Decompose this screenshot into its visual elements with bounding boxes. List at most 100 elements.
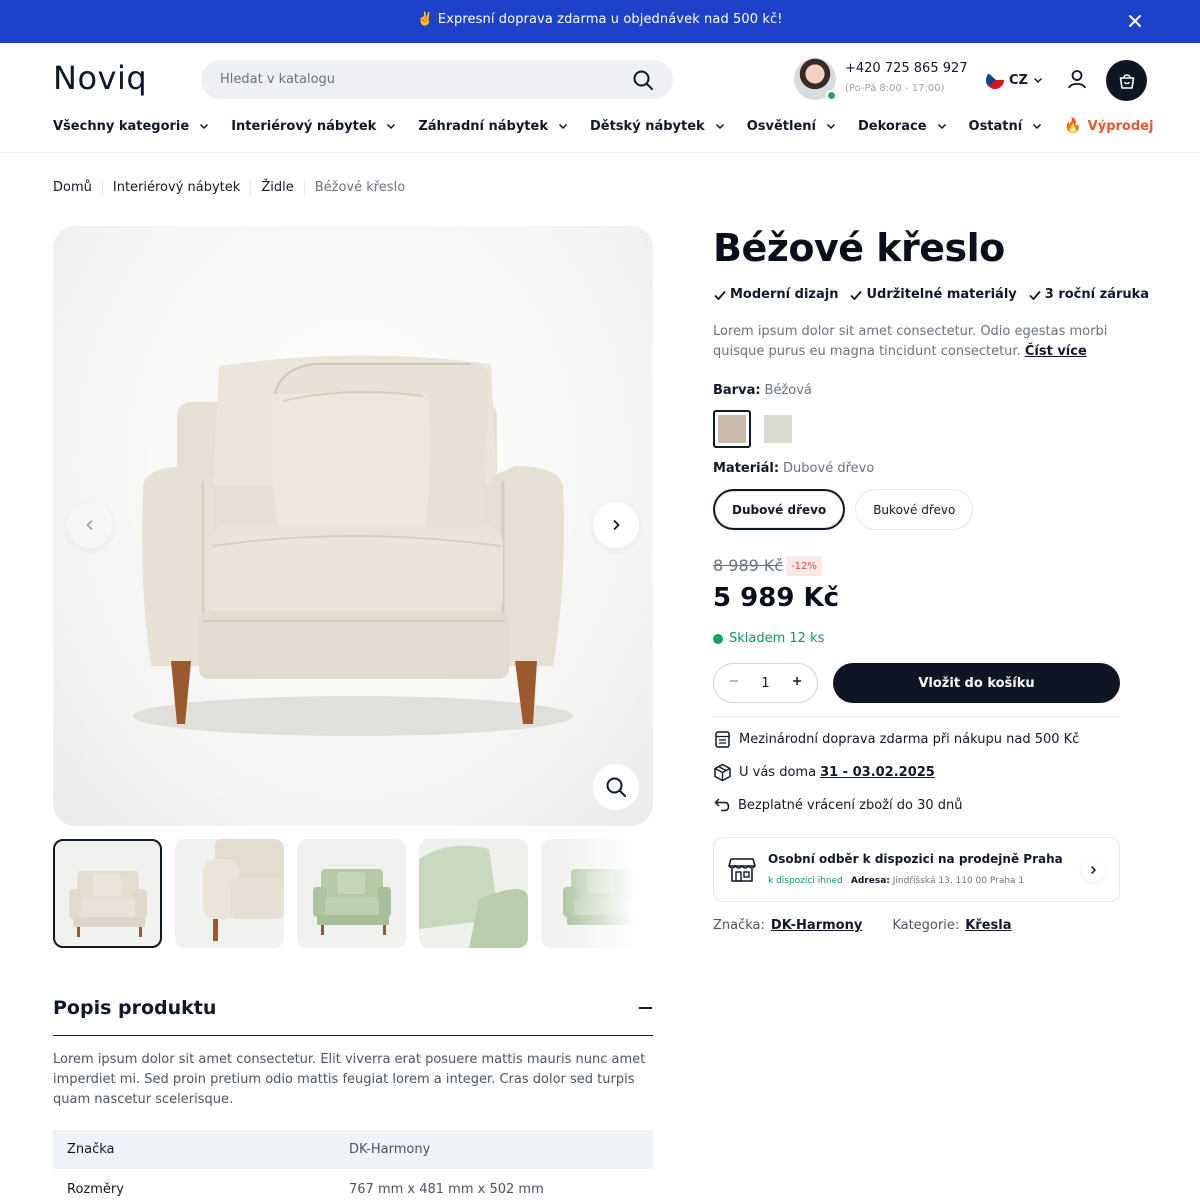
- zoom-button[interactable]: [593, 764, 639, 810]
- feature-label: 3 roční záruka: [1044, 287, 1150, 302]
- feature-list: Moderní dizajn Udržitelné materiály 3 ro…: [713, 287, 1149, 302]
- pickup-address-label: Adresa:: [850, 876, 890, 886]
- product-meta: Značka: DK-Harmony Kategorie: Křesla: [713, 918, 1012, 933]
- feature-item: Udržitelné materiály: [849, 287, 1017, 302]
- checkmark-icon: [714, 290, 726, 300]
- cart-button[interactable]: [1106, 60, 1147, 101]
- chevron-down-icon: [1033, 123, 1042, 130]
- section-divider: [53, 1035, 653, 1036]
- divider: [713, 716, 1120, 717]
- product-image-armchair: [133, 355, 573, 736]
- category-link[interactable]: Křesla: [965, 918, 1011, 933]
- delivery-date-link[interactable]: 31 - 03.02.2025: [820, 765, 935, 780]
- quantity-value[interactable]: 1: [758, 676, 774, 691]
- shopping-bag-icon: [1119, 73, 1134, 89]
- czech-flag-icon: [986, 71, 1004, 89]
- category-label: Kategorie:: [892, 918, 960, 933]
- discount-badge: -12%: [786, 556, 822, 576]
- thumbnail-green-front[interactable]: [297, 839, 406, 948]
- swatch-sage[interactable]: [759, 410, 797, 448]
- store-pickup-card[interactable]: Osobní odběr k dispozici na prodejně Pra…: [713, 837, 1120, 902]
- color-label: Barva: Béžová: [713, 383, 812, 398]
- site-header: Noviq +420 725 865 927 (Po-Pá 8:00 - 17:…: [0, 43, 1200, 153]
- spec-row: Rozměry 767 mm x 481 mm x 502 mm: [53, 1170, 653, 1200]
- nav-item-decor[interactable]: Dekorace: [858, 117, 947, 135]
- swatch-color: [718, 415, 746, 443]
- pickup-availability: k dispozici ihned: [768, 876, 843, 886]
- nav-item-lighting[interactable]: Osvětlení: [747, 117, 836, 135]
- nav-label: Interiérový nábytek: [231, 118, 377, 134]
- thumbnail-fade-overlay: [560, 839, 653, 949]
- nav-item-other[interactable]: Ostatní: [969, 117, 1043, 135]
- nav-label: Záhradní nábytek: [418, 118, 548, 134]
- chevron-down-icon: [387, 123, 396, 130]
- nav-item-garden[interactable]: Záhradní nábytek: [418, 117, 568, 135]
- user-account-icon[interactable]: [1066, 68, 1088, 90]
- previous-image-button[interactable]: [67, 502, 113, 548]
- chevron-right-icon: [613, 519, 620, 531]
- next-image-button[interactable]: [593, 502, 639, 548]
- spec-value: 767 mm x 481 mm x 502 mm: [349, 1182, 544, 1197]
- language-selector[interactable]: CZ: [986, 70, 1043, 90]
- pickup-title: Osobní odběr k dispozici na prodejně Pra…: [768, 852, 1063, 866]
- breadcrumb-home[interactable]: Domů: [53, 180, 92, 195]
- support-phone[interactable]: +420 725 865 927: [845, 61, 968, 76]
- thumbnail-green-detail[interactable]: [419, 839, 528, 948]
- decrease-quantity-button[interactable]: [726, 675, 742, 691]
- nav-label: Dekorace: [857, 118, 927, 134]
- checkmark-icon: [1029, 290, 1041, 300]
- nav-item-all-categories[interactable]: Všechny kategorie: [53, 117, 209, 135]
- breadcrumb-interior[interactable]: Interiérový nábytek: [113, 180, 240, 195]
- material-value: Dubové dřevo: [783, 461, 875, 476]
- store-icon: [728, 858, 756, 882]
- fire-icon: 🔥: [1064, 118, 1082, 134]
- stock-status: Skladem 12 ks: [713, 631, 824, 646]
- old-price: 8 989 Kč: [713, 556, 784, 575]
- pickup-arrow-button[interactable]: [1081, 858, 1105, 882]
- breadcrumb-current: Béžové křeslo: [314, 180, 406, 195]
- thumbnail-beige-side[interactable]: [175, 839, 284, 948]
- description-section-title[interactable]: Popis produktu: [53, 997, 216, 1019]
- stock-text: Skladem 12 ks: [729, 631, 825, 646]
- shipping-info-text: Mezinárodní doprava zdarma při nákupu na…: [739, 732, 1080, 747]
- nav-item-interior[interactable]: Interiérový nábytek: [231, 117, 396, 135]
- zoom-icon: [606, 777, 626, 797]
- nav-sale-label: Výprodej: [1087, 118, 1154, 134]
- announcement-text: ✌️ Expresní doprava zdarma u objednávek …: [417, 12, 783, 27]
- breadcrumb-separator: [101, 180, 103, 195]
- chevron-down-icon: [826, 123, 835, 130]
- thumbnail-image: [203, 839, 284, 941]
- thumbnail-image: [419, 839, 528, 948]
- product-image-gallery[interactable]: [53, 226, 653, 826]
- add-to-cart-button[interactable]: Vložit do košíku: [833, 663, 1120, 703]
- breadcrumb-chairs[interactable]: Židle: [261, 180, 293, 195]
- support-hours: (Po-Pá 8:00 - 17:00): [845, 83, 945, 94]
- shipping-info: Mezinárodní doprava zdarma při nákupu na…: [713, 730, 1079, 749]
- increase-quantity-button[interactable]: [789, 675, 805, 691]
- brand-link[interactable]: DK-Harmony: [771, 918, 862, 933]
- read-more-link[interactable]: Číst více: [1025, 344, 1087, 359]
- nav-item-kids[interactable]: Dětský nábytek: [590, 117, 725, 135]
- collapse-minus-icon[interactable]: [639, 1007, 652, 1009]
- search-bar: [201, 60, 673, 99]
- returns-text: Bezplatné vrácení zboží do 30 dnů: [738, 797, 963, 813]
- feature-label: Udržitelné materiály: [866, 287, 1017, 302]
- support-avatar[interactable]: [794, 58, 837, 101]
- search-input[interactable]: [201, 60, 621, 99]
- nav-item-sale[interactable]: 🔥 Výprodej: [1064, 117, 1153, 135]
- close-icon[interactable]: [1126, 12, 1144, 30]
- nav-label: Ostatní: [968, 118, 1023, 134]
- swatch-beige[interactable]: [713, 410, 751, 448]
- swatch-color: [764, 415, 792, 443]
- color-swatches: [713, 410, 797, 448]
- material-option-beech[interactable]: Bukové dřevo: [855, 489, 974, 530]
- plus-icon: [793, 677, 801, 685]
- shipping-calendar-icon: [715, 731, 730, 748]
- material-option-oak[interactable]: Dubové dřevo: [713, 489, 846, 530]
- logo[interactable]: Noviq: [53, 59, 147, 97]
- color-label-text: Barva:: [713, 383, 761, 398]
- thumbnail-beige-front[interactable]: [53, 839, 162, 948]
- brand-label: Značka:: [713, 918, 765, 933]
- announcement-bar: ✌️ Expresní doprava zdarma u objednávek …: [0, 0, 1200, 43]
- search-icon[interactable]: [632, 69, 654, 91]
